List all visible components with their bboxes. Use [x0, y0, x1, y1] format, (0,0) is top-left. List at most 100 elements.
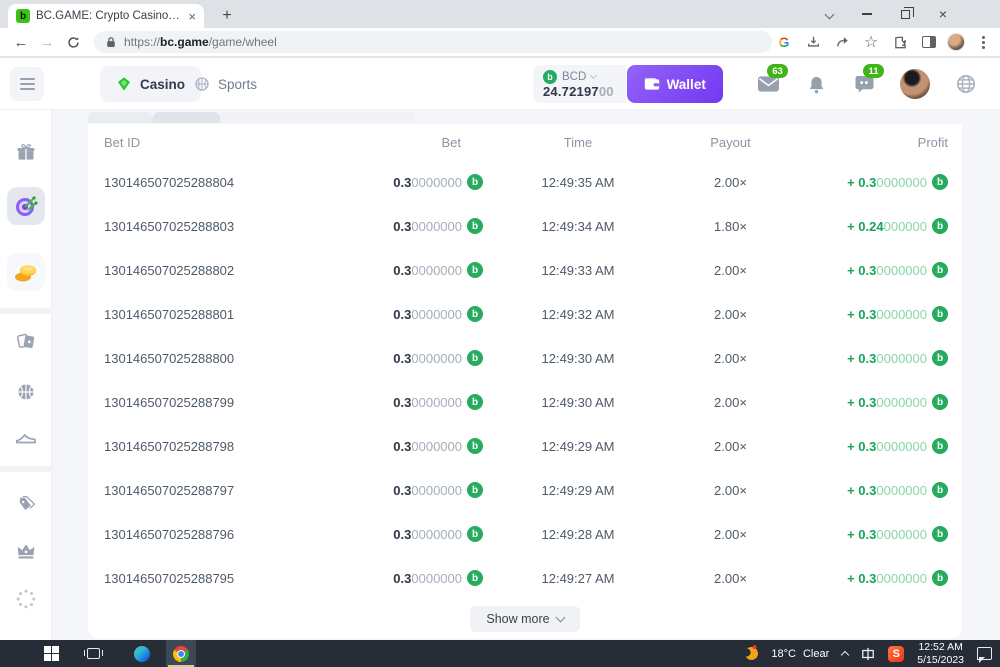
back-button[interactable]: ← — [8, 29, 34, 55]
taskbar-clock[interactable]: 12:52 AM5/15/2023 — [917, 641, 964, 665]
wallet-button[interactable]: Wallet — [627, 65, 723, 103]
chat-button[interactable]: 11 — [852, 72, 876, 96]
side-panel-icon[interactable] — [918, 31, 940, 53]
bet-payout-cell: 2.00× — [673, 351, 788, 366]
bet-amount-cell: 0.30000000b — [388, 306, 483, 322]
bets-table-card: Bet ID Bet Time Payout Profit 1301465070… — [88, 124, 962, 638]
bcd-coin-icon: b — [467, 262, 483, 278]
tab-search-icon[interactable] — [810, 0, 848, 28]
bet-amount-cell: 0.30000000b — [388, 174, 483, 190]
sidebar-divider — [0, 308, 52, 314]
bcd-coin-icon: b — [467, 218, 483, 234]
notifications-button[interactable] — [804, 72, 828, 96]
bet-id-cell[interactable]: 130146507025288795 — [88, 571, 388, 586]
window-minimize-button[interactable] — [848, 0, 886, 28]
browser-toolbar: ← → https://bc.game/game/wheel G ☆ — [0, 28, 1000, 56]
sidebar-item-more[interactable] — [7, 580, 45, 618]
action-center-icon[interactable] — [977, 647, 992, 660]
new-tab-button[interactable]: + — [216, 5, 238, 27]
balance-selector[interactable]: b BCD 24.7219700 — [533, 65, 626, 103]
ime-indicator-icon[interactable] — [861, 647, 875, 661]
sidebar-item-rewards[interactable] — [7, 253, 45, 291]
tray-expand-icon[interactable] — [841, 651, 849, 659]
sidebar-item-vip[interactable] — [7, 532, 45, 570]
history-tab[interactable] — [153, 112, 220, 123]
bet-profit-cell: + 0.30000000b — [788, 438, 962, 454]
lock-icon — [106, 36, 116, 48]
table-header: Bet ID Bet Time Payout Profit — [88, 124, 962, 160]
bet-payout-cell: 2.00× — [673, 527, 788, 542]
edge-taskbar-button[interactable] — [128, 640, 156, 667]
history-tab[interactable] — [88, 112, 153, 123]
google-icon[interactable]: G — [773, 31, 795, 53]
bet-id-cell[interactable]: 130146507025288799 — [88, 395, 388, 410]
bet-id-cell[interactable]: 130146507025288796 — [88, 527, 388, 542]
share-icon[interactable] — [831, 31, 853, 53]
bet-time-cell: 12:49:27 AM — [483, 571, 673, 586]
site-favicon-icon: b — [16, 9, 30, 23]
window-close-button[interactable]: × — [924, 0, 962, 28]
bet-id-cell[interactable]: 130146507025288803 — [88, 219, 388, 234]
messages-button[interactable]: 63 — [756, 72, 780, 96]
edge-icon — [134, 646, 150, 662]
nav-casino-button[interactable]: Casino — [100, 66, 201, 102]
menu-hamburger-button[interactable] — [10, 67, 44, 101]
dotted-circle-icon — [15, 588, 37, 610]
address-bar[interactable]: https://bc.game/game/wheel — [94, 31, 772, 53]
sidebar-item-casino-games[interactable] — [7, 322, 45, 360]
table-row: 1301465070252888000.30000000b12:49:30 AM… — [88, 336, 962, 380]
bookmark-star-icon[interactable]: ☆ — [860, 31, 882, 53]
site-header: Casino Sports b BCD 24.7219700 Wallet — [0, 58, 1000, 110]
bet-id-cell[interactable]: 130146507025288802 — [88, 263, 388, 278]
sidebar-item-racing[interactable] — [7, 418, 45, 456]
window-restore-button[interactable] — [886, 0, 924, 28]
weather-temp[interactable]: 18°C — [771, 648, 796, 660]
bet-id-cell[interactable]: 130146507025288804 — [88, 175, 388, 190]
bet-id-cell[interactable]: 130146507025288797 — [88, 483, 388, 498]
col-time: Time — [483, 135, 673, 150]
tab-close-icon[interactable]: × — [188, 10, 196, 23]
bet-id-cell[interactable]: 130146507025288801 — [88, 307, 388, 322]
table-row: 1301465070252887960.30000000b12:49:28 AM… — [88, 512, 962, 556]
chevron-down-icon — [590, 72, 597, 79]
sidebar-item-wheel-active[interactable] — [7, 187, 45, 225]
sogou-input-icon[interactable]: S — [888, 646, 904, 662]
bcd-coin-icon: b — [932, 570, 948, 586]
cards-icon — [16, 331, 36, 351]
table-row: 1301465070252888020.30000000b12:49:33 AM… — [88, 248, 962, 292]
url-text: https://bc.game/game/wheel — [124, 35, 277, 49]
weather-condition[interactable]: Clear — [803, 648, 829, 660]
col-payout: Payout — [673, 135, 788, 150]
user-avatar[interactable] — [900, 69, 930, 99]
extensions-icon[interactable] — [889, 31, 911, 53]
sidebar-item-sports[interactable] — [7, 373, 45, 411]
browser-profile-avatar[interactable] — [947, 33, 965, 51]
bet-id-cell[interactable]: 130146507025288800 — [88, 351, 388, 366]
bcd-coin-icon: b — [467, 438, 483, 454]
browser-tab[interactable]: b BC.GAME: Crypto Casino Games × — [8, 4, 204, 28]
show-more-label: Show more — [486, 612, 549, 626]
chrome-taskbar-button[interactable] — [166, 640, 196, 667]
bet-profit-cell: + 0.30000000b — [788, 174, 962, 190]
bet-profit-cell: + 0.30000000b — [788, 570, 962, 586]
bet-profit-cell: + 0.30000000b — [788, 482, 962, 498]
bet-time-cell: 12:49:29 AM — [483, 483, 673, 498]
start-button[interactable] — [38, 640, 64, 667]
dots-glyph — [982, 36, 985, 49]
table-row: 1301465070252887970.30000000b12:49:29 AM… — [88, 468, 962, 512]
task-view-button[interactable] — [80, 640, 106, 667]
sidebar-item-promotions[interactable] — [7, 486, 45, 524]
language-button[interactable] — [954, 72, 978, 96]
browser-menu-icon[interactable] — [972, 31, 994, 53]
forward-button[interactable]: → — [34, 29, 60, 55]
install-icon[interactable] — [802, 31, 824, 53]
col-bet: Bet — [388, 135, 483, 150]
globe-icon — [956, 74, 976, 94]
show-more-button[interactable]: Show more — [470, 606, 580, 632]
sidebar-item-bonus[interactable] — [7, 134, 45, 172]
bet-payout-cell: 2.00× — [673, 571, 788, 586]
reload-button[interactable] — [60, 29, 86, 55]
bet-id-cell[interactable]: 130146507025288798 — [88, 439, 388, 454]
nav-sports-button[interactable]: Sports — [194, 66, 257, 102]
history-tab[interactable] — [220, 112, 415, 123]
